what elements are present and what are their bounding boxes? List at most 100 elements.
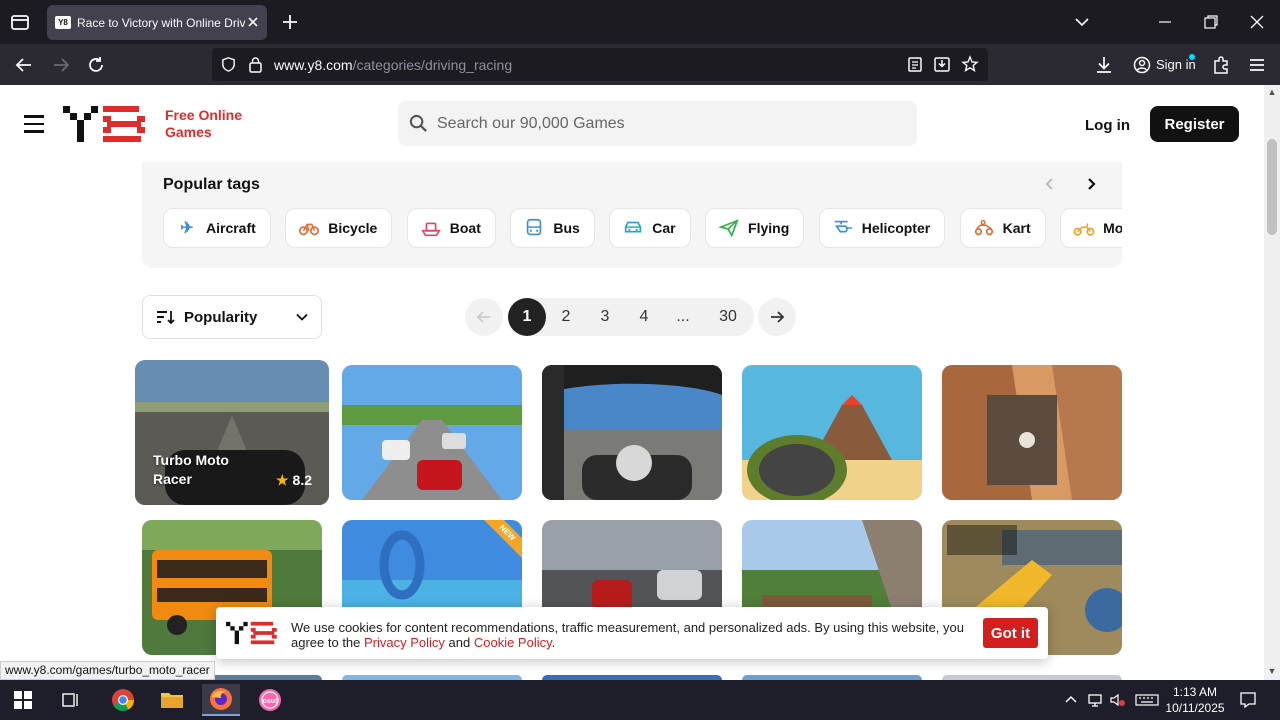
restore-icon[interactable] [1201, 12, 1221, 32]
notification-center-icon[interactable] [1239, 691, 1257, 709]
sort-dropdown[interactable]: Popularity [142, 295, 322, 339]
scrollbar-thumb[interactable] [1267, 139, 1277, 235]
hamburger-menu-icon[interactable] [24, 115, 44, 133]
got-it-button[interactable]: Got it [983, 618, 1038, 648]
game-thumbnail [742, 365, 922, 500]
close-tab-icon[interactable] [245, 14, 261, 30]
game-title: Turbo Moto Racer [153, 452, 229, 487]
next-page-arrow-icon[interactable] [758, 298, 796, 336]
taskbar-clock[interactable]: 1:13 AM 10/11/2025 [1164, 684, 1226, 716]
account-icon [1133, 56, 1151, 73]
prev-page-arrow-icon[interactable] [465, 298, 503, 336]
network-icon[interactable] [1087, 692, 1103, 708]
search-box[interactable] [398, 101, 917, 146]
bus-icon [523, 217, 545, 239]
osu-icon[interactable]: osu! [251, 684, 289, 716]
page-scrollbar[interactable]: ▲ ▼ [1264, 85, 1280, 680]
tag-label: Bicycle [328, 220, 378, 236]
privacy-policy-link[interactable]: Privacy Policy [364, 635, 445, 650]
tab-overflow-chevron-icon[interactable] [1072, 12, 1092, 32]
shield-icon[interactable] [220, 56, 237, 73]
volume-muted-icon[interactable] [1109, 692, 1125, 708]
tag-car[interactable]: Car [609, 208, 691, 248]
bookmark-star-icon[interactable] [961, 55, 979, 73]
url-text: www.y8.com/categories/driving_racing [274, 57, 513, 73]
keyboard-icon[interactable] [1135, 692, 1159, 708]
register-button[interactable]: Register [1150, 106, 1239, 142]
game-thumbnail [342, 365, 522, 500]
chrome-icon[interactable] [104, 684, 142, 716]
scroll-up-arrow-icon[interactable]: ▲ [1267, 88, 1277, 97]
start-windows-icon[interactable] [4, 684, 42, 716]
y8-logo-small [226, 621, 277, 645]
pagination: 1 2 3 4 ... 30 [465, 298, 797, 336]
game-thumbnail [942, 365, 1122, 500]
tray-chevron-up-icon[interactable] [1063, 692, 1079, 708]
page-4[interactable]: 4 [625, 298, 663, 336]
app-menu-icon[interactable] [1246, 54, 1268, 76]
page-2[interactable]: 2 [547, 298, 585, 336]
game-thumbnail [542, 365, 722, 500]
search-input[interactable] [437, 109, 897, 138]
cookie-text: We use cookies for content recommendatio… [291, 620, 964, 650]
file-explorer-icon[interactable] [153, 684, 191, 716]
close-window-icon[interactable] [1247, 12, 1267, 32]
firefox-icon[interactable] [202, 684, 240, 716]
minimize-icon[interactable] [1155, 12, 1175, 32]
tab-list-icon[interactable] [8, 10, 32, 34]
back-arrow-icon[interactable] [13, 54, 35, 76]
sort-label: Popularity [184, 308, 258, 326]
tag-flying[interactable]: Flying [705, 208, 805, 248]
status-link-preview: www.y8.com/games/turbo_moto_racer [0, 661, 215, 680]
page-1[interactable]: 1 [508, 298, 546, 336]
tag-motorcycle[interactable]: Motorcycle [1060, 208, 1122, 248]
game-card-3[interactable] [542, 365, 722, 500]
notification-dot [1189, 54, 1195, 60]
tag-label: Boat [449, 220, 481, 236]
extensions-icon[interactable] [1210, 54, 1232, 76]
tags-next-chevron-icon[interactable] [1083, 176, 1099, 192]
game-card-4[interactable] [742, 365, 922, 500]
login-link[interactable]: Log in [1085, 117, 1130, 134]
game-card-5[interactable] [942, 365, 1122, 500]
tag-kart[interactable]: Kart [959, 208, 1046, 248]
paper-plane-icon [718, 217, 740, 239]
clock-time: 1:13 AM [1172, 685, 1218, 699]
lock-icon[interactable] [248, 56, 263, 73]
y8-logo[interactable] [63, 106, 147, 142]
tags-prev-chevron-icon[interactable] [1042, 176, 1058, 192]
tag-label: Flying [748, 220, 790, 236]
game-card-2[interactable] [342, 365, 522, 500]
tag-label: Car [652, 220, 676, 236]
tag-helicopter[interactable]: Helicopter [818, 208, 946, 248]
reader-view-icon[interactable] [907, 56, 923, 73]
svg-text:osu!: osu! [263, 698, 278, 705]
forward-arrow-icon[interactable] [50, 54, 72, 76]
page-3[interactable]: 3 [586, 298, 624, 336]
browser-tab-active[interactable]: Y8 Race to Victory with Online Driv [47, 5, 267, 40]
web-page: Free Online Games Log in Register Popula… [0, 85, 1264, 680]
save-to-pocket-icon[interactable] [933, 55, 951, 73]
tag-boat[interactable]: Boat [406, 208, 496, 248]
game-card-turbo-moto-racer[interactable]: Turbo Moto Racer ★ 8.2 [135, 360, 329, 505]
sign-in-button[interactable]: Sign in [1127, 48, 1199, 81]
tag-aircraft[interactable]: ✈ Aircraft [163, 208, 271, 248]
tag-label: Kart [1002, 220, 1031, 236]
page-ellipsis: ... [676, 308, 690, 325]
tag-list: ✈ Aircraft Bicycle Boat Bus Car Flying He… [163, 208, 1122, 248]
cookie-policy-link[interactable]: Cookie Policy [474, 635, 552, 650]
new-tab-icon[interactable] [280, 12, 300, 32]
tag-bicycle[interactable]: Bicycle [285, 208, 393, 248]
reload-icon[interactable] [85, 54, 107, 76]
tag-bus[interactable]: Bus [510, 208, 595, 248]
page-30[interactable]: 30 [703, 298, 753, 336]
task-view-icon[interactable] [52, 684, 90, 716]
windows-taskbar: osu! 1:13 AM 10/11/2025 [0, 680, 1280, 720]
url-bar[interactable]: www.y8.com/categories/driving_racing [212, 48, 988, 81]
airplane-icon: ✈ [180, 220, 194, 237]
logo-tagline: Free Online Games [165, 107, 242, 141]
search-icon[interactable] [409, 114, 428, 133]
downloads-icon[interactable] [1093, 54, 1115, 76]
scroll-down-arrow-icon[interactable]: ▼ [1267, 667, 1277, 676]
boat-icon [420, 217, 442, 239]
